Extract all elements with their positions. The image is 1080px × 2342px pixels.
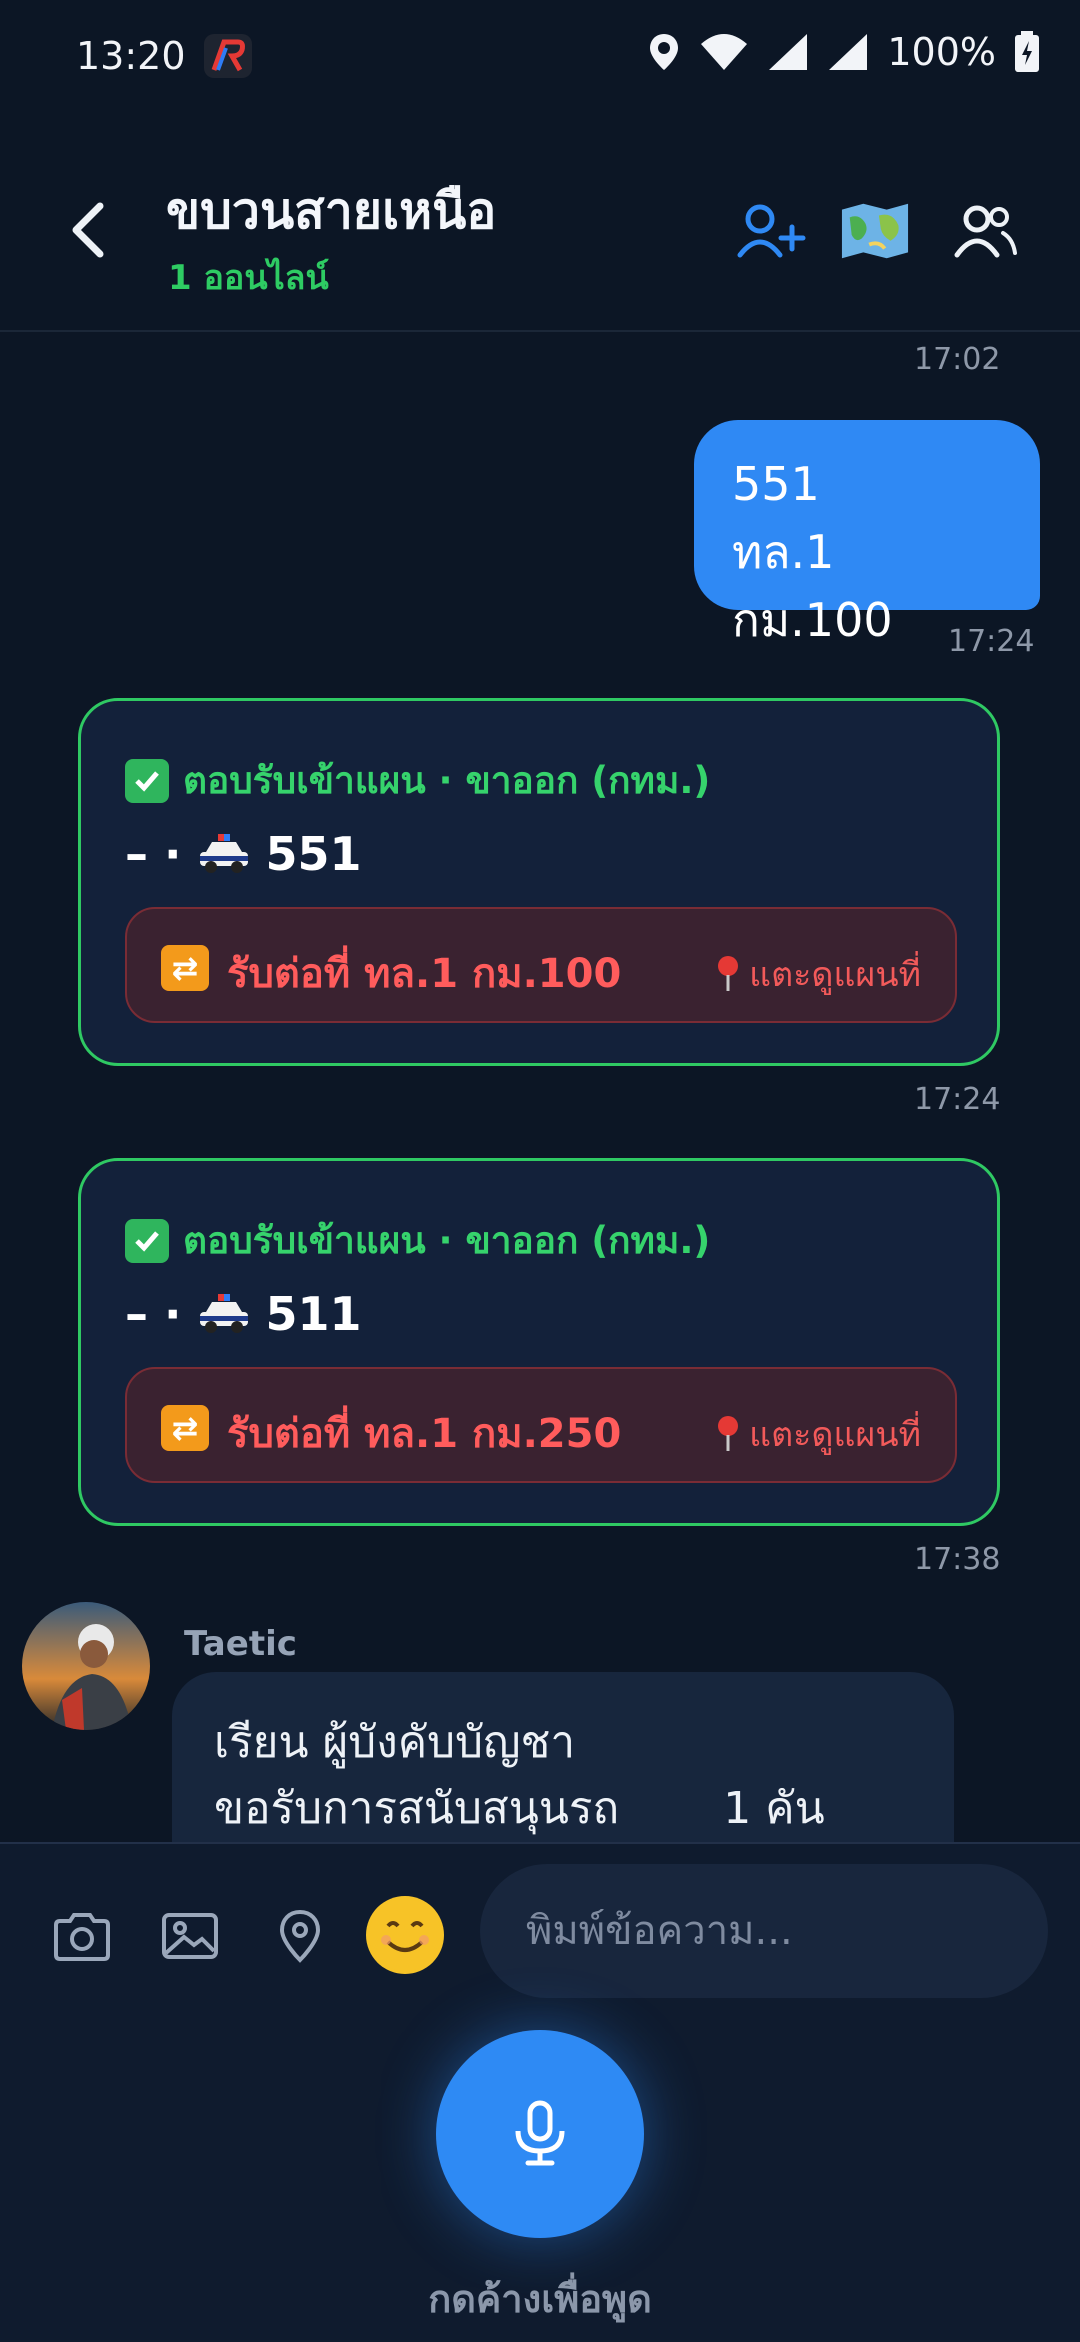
- app-notification-icon: [204, 34, 252, 78]
- location-icon: [279, 1909, 321, 1963]
- view-map-link[interactable]: แตะดูแผนที่: [715, 1407, 921, 1461]
- map-button[interactable]: [840, 196, 910, 266]
- message-line-end: 1 คัน: [723, 1783, 825, 1834]
- message-timestamp: 17:38: [914, 1542, 1001, 1577]
- message-line: 551: [732, 457, 820, 511]
- emoji-icon: [369, 1899, 441, 1971]
- pickup-text: รับต่อที่ ทล.1 กม.250: [227, 1411, 622, 1457]
- view-map-label: แตะดูแผนที่: [749, 1415, 921, 1455]
- pickup-location[interactable]: ⇄ รับต่อที่ ทล.1 กม.250 แตะดูแผนที่: [125, 1367, 957, 1483]
- message-composer: กดค้างเพื่อพูด: [0, 1842, 1080, 2342]
- unit-number: 511: [265, 1287, 362, 1341]
- members-button[interactable]: [950, 196, 1020, 266]
- hold-to-talk-label: กดค้างเพื่อพูด: [428, 2277, 652, 2321]
- status-time: 13:20: [76, 34, 186, 78]
- card-unit: – · 511: [125, 1287, 362, 1341]
- share-location-button[interactable]: [268, 1904, 332, 1968]
- card-header-text: ตอบรับเข้าแผน · ขาออก (กทม.): [183, 759, 711, 802]
- wifi-icon: [701, 34, 748, 70]
- add-member-button[interactable]: [736, 196, 806, 266]
- police-car-icon: [199, 1294, 248, 1333]
- sender-avatar[interactable]: [22, 1602, 150, 1730]
- card-unit: – · 551: [125, 827, 362, 881]
- online-count: 1 ออนไลน์: [168, 258, 329, 298]
- pin-icon: [718, 956, 739, 991]
- pickup-text: รับต่อที่ ทล.1 กม.100: [227, 951, 622, 997]
- gallery-button[interactable]: [158, 1904, 222, 1968]
- check-icon: [125, 758, 169, 803]
- card-header: ตอบรับเข้าแผน · ขาออก (กทม.): [125, 1211, 710, 1270]
- police-car-icon: [199, 834, 248, 873]
- incoming-message[interactable]: เรียน ผู้บังคับบัญชา ขอรับการสนับสนุนรถ …: [172, 1672, 954, 1842]
- view-map-label: แตะดูแผนที่: [749, 955, 921, 995]
- status-bar: 13:20 100%: [0, 0, 1080, 118]
- card-header: ตอบรับเข้าแผน · ขาออก (กทม.): [125, 751, 710, 810]
- card-header-text: ตอบรับเข้าแผน · ขาออก (กทม.): [183, 1219, 711, 1262]
- unit-number: 551: [265, 827, 362, 881]
- message-timestamp: 17:24: [948, 624, 1035, 659]
- microphone-icon: [515, 2100, 565, 2166]
- pickup-location[interactable]: ⇄ รับต่อที่ ทล.1 กม.100 แตะดูแผนที่: [125, 907, 957, 1023]
- chat-messages[interactable]: 17:02 551 ทล.1 กม.100 17:24 ตอบรับเข้าแผ…: [0, 332, 1080, 1842]
- unit-prefix: – ·: [125, 827, 182, 881]
- camera-button[interactable]: [50, 1904, 114, 1968]
- members-icon: [954, 205, 1017, 258]
- back-icon: [72, 202, 104, 258]
- unit-prefix: – ·: [125, 1287, 182, 1341]
- message-input[interactable]: [480, 1864, 1048, 1998]
- battery-percent: 100%: [887, 30, 996, 74]
- signal-icon: [769, 34, 808, 70]
- repeat-icon: ⇄: [161, 945, 209, 991]
- plan-accept-card[interactable]: ตอบรับเข้าแผน · ขาออก (กทม.) – · 511 ⇄ ร…: [78, 1158, 1000, 1526]
- check-icon: [125, 1218, 169, 1263]
- plan-accept-card[interactable]: ตอบรับเข้าแผน · ขาออก (กทม.) – · 551 ⇄ ร…: [78, 698, 1000, 1066]
- back-button[interactable]: [56, 198, 120, 262]
- location-status-icon: [650, 34, 679, 70]
- message-timestamp: 17:02: [914, 342, 1001, 377]
- repeat-icon: ⇄: [161, 1405, 209, 1451]
- status-icons: 100%: [647, 30, 1040, 74]
- signal-icon-2: [829, 34, 868, 70]
- camera-icon: [54, 1913, 110, 1961]
- outgoing-message[interactable]: 551 ทล.1 กม.100: [694, 420, 1040, 647]
- image-icon: [162, 1913, 218, 1959]
- push-to-talk-button[interactable]: [436, 2030, 644, 2238]
- message-line-row: ขอรับการสนับสนุนรถ 1 คัน: [214, 1776, 912, 1842]
- message-line: เรียน ผู้บังคับบัญชา: [214, 1717, 576, 1768]
- chat-header: ขบวนสายเหนือ 1 ออนไลน์: [0, 118, 1080, 332]
- message-timestamp: 17:24: [914, 1082, 1001, 1117]
- map-icon: [841, 203, 909, 259]
- sender-name: Taetic: [184, 1624, 297, 1664]
- battery-icon: [1015, 31, 1039, 72]
- add-user-icon: [737, 204, 806, 258]
- group-title: ขบวนสายเหนือ: [166, 182, 497, 240]
- pin-icon: [718, 1416, 739, 1451]
- view-map-link[interactable]: แตะดูแผนที่: [715, 947, 921, 1001]
- message-line: ขอรับการสนับสนุนรถ: [214, 1783, 620, 1834]
- emoji-button[interactable]: [366, 1896, 444, 1974]
